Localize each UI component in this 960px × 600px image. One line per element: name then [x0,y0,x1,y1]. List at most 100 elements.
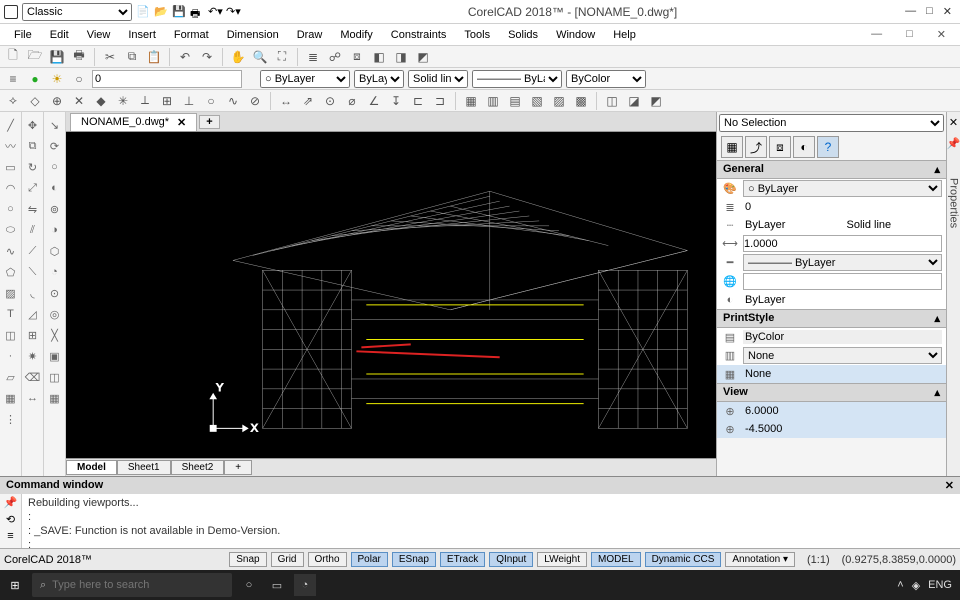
arc-icon[interactable]: ◠ [2,179,20,197]
aux9-icon[interactable]: ⊙ [46,284,64,302]
prop-ps-none1[interactable]: None [743,347,942,364]
prop-lw-select[interactable]: ———— ByLayer [743,254,942,271]
spline-icon[interactable]: ∿ [2,242,20,260]
con2-icon[interactable]: ▥ [484,92,502,110]
menu-tools[interactable]: Tools [456,27,498,43]
dim-linear-icon[interactable]: ↔ [277,92,295,110]
zoom-icon[interactable]: 🔍 [251,48,269,66]
move-icon[interactable]: ✥ [24,116,42,134]
menu-format[interactable]: Format [166,27,217,43]
prop-filter-icon[interactable]: ▦ [721,136,743,158]
con4-icon[interactable]: ▧ [528,92,546,110]
esnap-int-icon[interactable]: ✳ [114,92,132,110]
misc2-icon[interactable]: ◨ [392,48,410,66]
aux12-icon[interactable]: ▣ [46,347,64,365]
minimize-button[interactable]: — [905,5,916,18]
menu-dimension[interactable]: Dimension [219,27,287,43]
esnap-perp-icon[interactable]: ⊥ [180,92,198,110]
aux6-icon[interactable]: ◑ [46,221,64,239]
esnap-ext-icon[interactable]: ⟂ [136,92,154,110]
con3-icon[interactable]: ▤ [506,92,524,110]
prop-scale-input[interactable] [743,235,942,252]
misc3-icon[interactable]: ◩ [414,48,432,66]
sheet-tab-add[interactable]: + [224,460,252,475]
menu-draw[interactable]: Draw [289,27,331,43]
document-tab[interactable]: NONAME_0.dwg* ✕ [70,113,197,131]
explode-icon[interactable]: ✷ [24,347,42,365]
print-icon[interactable]: 🖶 [190,5,204,19]
copy-icon[interactable]: ⧉ [123,48,141,66]
search-input[interactable] [52,579,224,591]
layer-lock-icon[interactable]: ○ [70,70,88,88]
menu-window[interactable]: Window [548,27,603,43]
table-icon[interactable]: ▦ [2,389,20,407]
status-snap[interactable]: Snap [229,552,266,567]
sheet-tab-sheet1[interactable]: Sheet1 [117,460,171,475]
ellipse-icon[interactable]: ⬭ [2,221,20,239]
linetype-select[interactable]: Solid line [408,70,468,88]
properties-tab-label[interactable]: Properties [948,178,960,228]
esnap-tan-icon[interactable]: ○ [202,92,220,110]
open-icon[interactable]: 📂 [154,5,168,19]
esnap-none-icon[interactable]: ⊘ [246,92,264,110]
layer-freeze-icon[interactable]: ☀ [48,70,66,88]
more1-icon[interactable]: ⋮ [2,410,20,428]
menu-solids[interactable]: Solids [500,27,546,43]
dim-ord-icon[interactable]: ↧ [387,92,405,110]
extend-icon[interactable]: ⟍ [24,263,42,281]
panel-close-icon[interactable]: ✕ [949,116,958,129]
point-icon[interactable]: · [2,347,20,365]
status-etrack[interactable]: ETrack [440,552,485,567]
menu-modify[interactable]: Modify [332,27,380,43]
zoom-extents-icon[interactable]: ⛶ [273,48,291,66]
esnap-quad-icon[interactable]: ◆ [92,92,110,110]
status-grid[interactable]: Grid [271,552,304,567]
undo2-icon[interactable]: ↶ [176,48,194,66]
save-doc-icon[interactable]: 💾 [48,48,66,66]
con5-icon[interactable]: ▨ [550,92,568,110]
rect-icon[interactable]: ▭ [2,158,20,176]
esnap-end-icon[interactable]: ⟡ [4,92,22,110]
dim-base-icon[interactable]: ⊏ [409,92,427,110]
aux4-icon[interactable]: ◐ [46,179,64,197]
aux8-icon[interactable]: ◔ [46,263,64,281]
paste-icon[interactable]: 📋 [145,48,163,66]
menu-view[interactable]: View [79,27,119,43]
tray-chevron-icon[interactable]: ˄ [897,579,903,591]
menu-edit[interactable]: Edit [42,27,77,43]
prop-quick-icon[interactable]: ⤴ [745,136,767,158]
command-output[interactable]: Rebuilding viewports... : : _SAVE: Funct… [22,494,960,554]
tray-network-icon[interactable]: ◈ [912,579,920,592]
menu-constraints[interactable]: Constraints [383,27,455,43]
status-ortho[interactable]: Ortho [308,552,347,567]
prop-color-select[interactable]: ○ ByLayer [743,180,942,197]
array-icon[interactable]: ⊞ [24,326,42,344]
add-tab-button[interactable]: + [199,115,219,129]
undo-icon[interactable]: ↶▾ [208,5,222,19]
misc-c-icon[interactable]: ◩ [647,92,665,110]
aux5-icon[interactable]: ⊚ [46,200,64,218]
status-annotation[interactable]: Annotation ▾ [725,552,795,567]
fillet-icon[interactable]: ◟ [24,284,42,302]
copy2-icon[interactable]: ⧉ [24,137,42,155]
poly-icon[interactable]: ⬠ [2,263,20,281]
color-select[interactable]: ○ ByLayer [260,70,350,88]
section-view-header[interactable]: View▴ [717,383,946,402]
hatch-icon[interactable]: ▨ [2,284,20,302]
layer-icon[interactable]: ≣ [304,48,322,66]
status-qinput[interactable]: QInput [489,552,533,567]
layer-manager-icon[interactable]: ≡ [4,70,22,88]
block-icon[interactable]: ◫ [2,326,20,344]
aux10-icon[interactable]: ◎ [46,305,64,323]
print-doc-icon[interactable]: 🖶 [70,48,88,66]
section-printstyle-header[interactable]: PrintStyle▴ [717,309,946,328]
cut-icon[interactable]: ✂ [101,48,119,66]
doc-close-button[interactable]: ✕ [929,26,954,43]
misc1-icon[interactable]: ◧ [370,48,388,66]
esnap-near-icon[interactable]: ∿ [224,92,242,110]
esnap-cen-icon[interactable]: ⊕ [48,92,66,110]
printstyle-select[interactable]: ByColor [566,70,646,88]
status-polar[interactable]: Polar [351,552,388,567]
aux1-icon[interactable]: ↘ [46,116,64,134]
lineweight-select[interactable]: ———— ByLayer [472,70,562,88]
